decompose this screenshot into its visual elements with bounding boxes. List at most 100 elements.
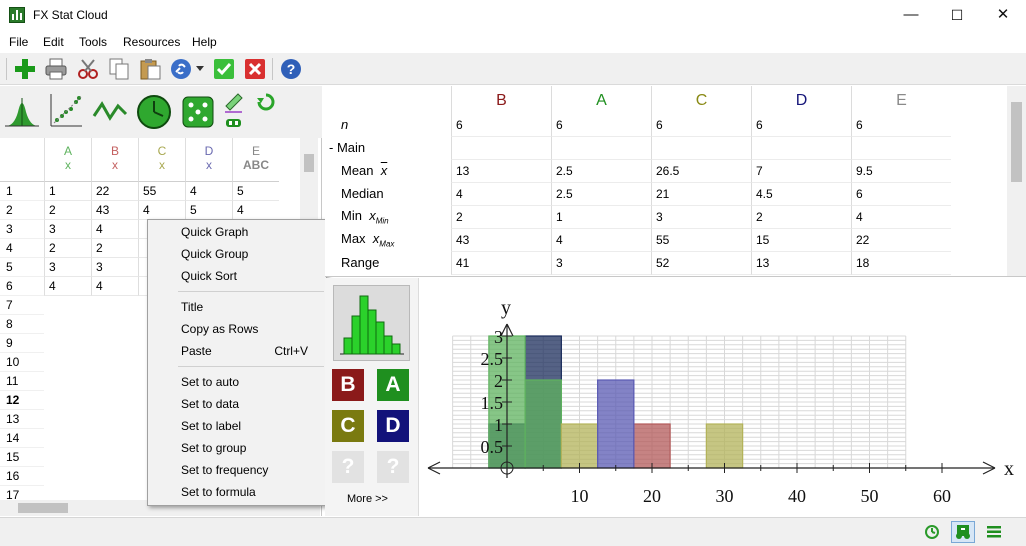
menu-item-set-to-label[interactable]: Set to label bbox=[181, 416, 321, 436]
histogram-thumbnail[interactable] bbox=[333, 285, 410, 361]
menu-edit[interactable]: Edit bbox=[43, 35, 64, 49]
cell[interactable]: 4 bbox=[185, 182, 232, 201]
menu-item-set-to-data[interactable]: Set to data bbox=[181, 394, 321, 414]
copy-icon[interactable] bbox=[107, 57, 131, 81]
stat-value-cell[interactable]: 1 bbox=[551, 206, 651, 229]
stat-value-cell[interactable]: 52 bbox=[651, 252, 751, 275]
link-icon[interactable] bbox=[169, 57, 193, 81]
pencil-icon[interactable] bbox=[224, 92, 244, 130]
row-header[interactable]: 1 bbox=[0, 182, 44, 201]
stat-value-cell[interactable] bbox=[651, 137, 751, 160]
stats-section-main[interactable]: - Main bbox=[329, 137, 365, 159]
more-button[interactable]: More >> bbox=[347, 493, 388, 505]
stat-value-cell[interactable] bbox=[551, 137, 651, 160]
maximize-button[interactable]: ☐ bbox=[934, 0, 980, 30]
row-header[interactable]: 10 bbox=[0, 353, 44, 372]
series-toggle-a[interactable]: A bbox=[377, 369, 409, 401]
stat-value-cell[interactable]: 7 bbox=[751, 160, 851, 183]
row-header[interactable]: 15 bbox=[0, 448, 44, 467]
stat-value-cell[interactable]: 3 bbox=[651, 206, 751, 229]
stat-value-cell[interactable]: 2.5 bbox=[551, 160, 651, 183]
column-header-b[interactable]: B x bbox=[91, 138, 138, 182]
histogram-plot[interactable]: 10 20 30 40 50 60 0.5 1 1.5 2 2.5 3 x y bbox=[420, 280, 1026, 516]
stats-column-header-b[interactable]: B bbox=[451, 86, 551, 116]
series-toggle-c[interactable]: C bbox=[332, 410, 364, 442]
cell[interactable]: 3 bbox=[44, 258, 91, 277]
stat-value-cell[interactable]: 6 bbox=[751, 114, 851, 137]
menu-lines-icon[interactable] bbox=[984, 522, 1004, 542]
stat-value-cell[interactable]: 15 bbox=[751, 229, 851, 252]
row-header[interactable]: 6 bbox=[0, 277, 44, 296]
cell[interactable]: 2 bbox=[91, 239, 138, 258]
help-icon[interactable]: ? bbox=[279, 57, 303, 81]
row-header[interactable]: 16 bbox=[0, 467, 44, 486]
row-header[interactable]: 2 bbox=[0, 201, 44, 220]
stat-value-cell[interactable]: 4 bbox=[851, 206, 951, 229]
distribution-chart-icon[interactable] bbox=[4, 92, 40, 130]
cell[interactable]: 5 bbox=[185, 201, 232, 220]
stat-value-cell[interactable]: 13 bbox=[751, 252, 851, 275]
accept-check-icon[interactable] bbox=[212, 57, 236, 81]
print-icon[interactable] bbox=[44, 57, 68, 81]
stat-value-cell[interactable]: 26.5 bbox=[651, 160, 751, 183]
series-toggle-d[interactable]: D bbox=[377, 410, 409, 442]
stats-column-header-d[interactable]: D bbox=[751, 86, 851, 116]
menu-item-title[interactable]: Title bbox=[181, 297, 321, 317]
stat-value-cell[interactable]: 6 bbox=[851, 114, 951, 137]
column-header-e[interactable]: E ABC bbox=[232, 138, 279, 182]
row-header[interactable]: 11 bbox=[0, 372, 44, 391]
row-header[interactable]: 7 bbox=[0, 296, 44, 315]
series-toggle-b[interactable]: B bbox=[332, 369, 364, 401]
stat-value-cell[interactable] bbox=[851, 137, 951, 160]
stats-column-header-c[interactable]: C bbox=[651, 86, 751, 116]
menu-item-set-to-frequency[interactable]: Set to frequency bbox=[181, 460, 321, 480]
cell[interactable]: 2 bbox=[44, 201, 91, 220]
menu-item-set-to-formula[interactable]: Set to formula bbox=[181, 482, 321, 502]
cell[interactable]: 1 bbox=[44, 182, 91, 201]
cell[interactable]: 3 bbox=[44, 220, 91, 239]
stat-value-cell[interactable]: 41 bbox=[451, 252, 551, 275]
minimize-button[interactable]: — bbox=[888, 0, 934, 30]
column-header-d[interactable]: D x bbox=[185, 138, 232, 182]
menu-item-copy-as-rows[interactable]: Copy as Rows bbox=[181, 319, 321, 339]
column-header-a[interactable]: A x bbox=[44, 138, 91, 182]
row-header[interactable]: 12 bbox=[0, 391, 44, 410]
stat-value-cell[interactable]: 4 bbox=[551, 229, 651, 252]
line-chart-icon[interactable] bbox=[92, 92, 128, 130]
close-button[interactable]: ✕ bbox=[980, 0, 1026, 30]
stat-value-cell[interactable]: 21 bbox=[651, 183, 751, 206]
group-view-icon[interactable] bbox=[951, 521, 975, 543]
stat-value-cell[interactable]: 6 bbox=[551, 114, 651, 137]
row-header[interactable]: 9 bbox=[0, 334, 44, 353]
stat-value-cell[interactable]: 4.5 bbox=[751, 183, 851, 206]
stat-value-cell[interactable]: 4 bbox=[451, 183, 551, 206]
menu-help[interactable]: Help bbox=[192, 35, 217, 49]
row-header[interactable]: 17 bbox=[0, 486, 44, 500]
refresh-icon[interactable] bbox=[256, 92, 276, 130]
cell[interactable]: 55 bbox=[138, 182, 185, 201]
menu-file[interactable]: File bbox=[9, 35, 28, 49]
add-icon[interactable] bbox=[13, 57, 37, 81]
stat-value-cell[interactable]: 3 bbox=[551, 252, 651, 275]
series-toggle-empty[interactable]: ? bbox=[377, 451, 409, 483]
stat-value-cell[interactable]: 55 bbox=[651, 229, 751, 252]
stat-value-cell[interactable]: 2 bbox=[751, 206, 851, 229]
menu-item-set-to-group[interactable]: Set to group bbox=[181, 438, 321, 458]
cell[interactable]: 3 bbox=[91, 258, 138, 277]
stat-value-cell[interactable]: 18 bbox=[851, 252, 951, 275]
scatter-chart-icon[interactable] bbox=[48, 92, 84, 130]
paste-icon[interactable] bbox=[138, 57, 162, 81]
stats-column-header-a[interactable]: A bbox=[551, 86, 651, 116]
cell[interactable]: 4 bbox=[138, 201, 185, 220]
stat-value-cell[interactable]: 2.5 bbox=[551, 183, 651, 206]
stat-value-cell[interactable]: 6 bbox=[651, 114, 751, 137]
cell[interactable]: 4 bbox=[91, 277, 138, 296]
column-header-c[interactable]: C x bbox=[138, 138, 185, 182]
row-header[interactable]: 4 bbox=[0, 239, 44, 258]
stat-value-cell[interactable]: 2 bbox=[451, 206, 551, 229]
cell[interactable]: 43 bbox=[91, 201, 138, 220]
link-dropdown-chevron-down-icon[interactable] bbox=[194, 57, 206, 81]
stats-vertical-scrollbar[interactable] bbox=[1007, 86, 1026, 276]
dice-icon[interactable] bbox=[180, 92, 216, 130]
menu-item-quick-graph[interactable]: Quick Graph bbox=[181, 222, 321, 242]
